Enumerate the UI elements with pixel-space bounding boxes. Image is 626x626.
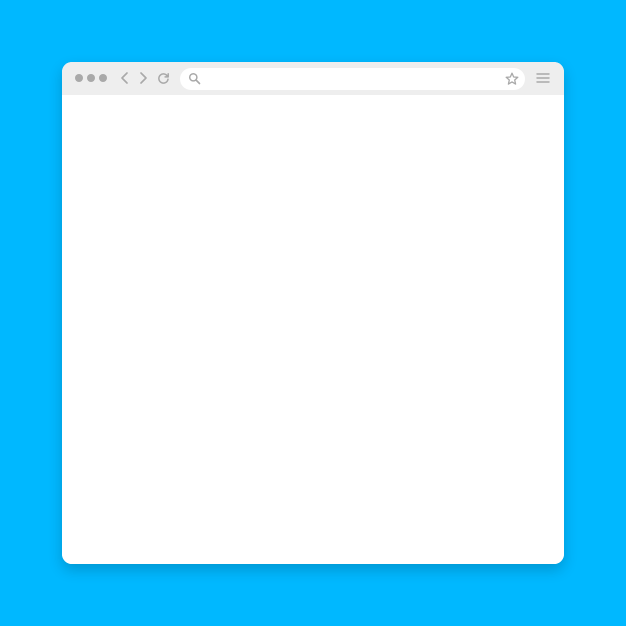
window-control-dot[interactable]: [75, 74, 83, 82]
back-arrow-icon: [121, 72, 128, 84]
hamburger-menu-icon[interactable]: [536, 72, 550, 84]
search-icon: [188, 72, 201, 85]
forward-button[interactable]: [136, 71, 150, 85]
back-button[interactable]: [118, 71, 132, 85]
window-control-dot[interactable]: [87, 74, 95, 82]
address-bar[interactable]: [180, 68, 525, 90]
page-content[interactable]: [62, 95, 564, 564]
browser-window: [62, 62, 564, 564]
url-input[interactable]: [208, 68, 500, 90]
reload-button[interactable]: [156, 71, 170, 85]
window-controls: [75, 74, 107, 82]
star-icon[interactable]: [505, 72, 519, 86]
window-control-dot[interactable]: [99, 74, 107, 82]
forward-arrow-icon: [140, 72, 147, 84]
reload-icon: [157, 72, 169, 84]
browser-toolbar: [62, 62, 564, 95]
